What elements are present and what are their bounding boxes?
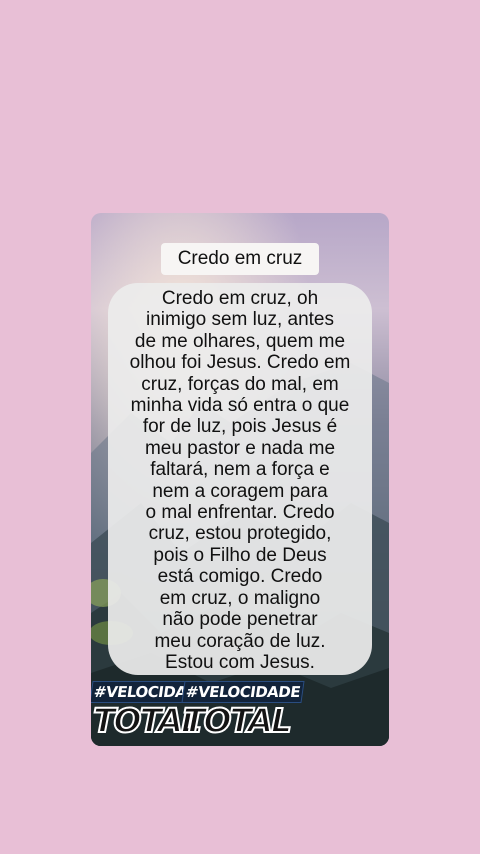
watermark-word-right: TOTAL: [182, 701, 293, 740]
prayer-text-box: Credo em cruz, oh inimigo sem luz, antes…: [108, 283, 372, 675]
prayer-text: Credo em cruz, oh inimigo sem luz, antes…: [129, 288, 351, 673]
velocidade-total-watermark: #VELOCIDADE #VELOCIDADE TOTAL TOTAL: [91, 675, 389, 746]
watermark-hashtag-right: #VELOCIDADE: [181, 681, 305, 703]
prayer-card: Credo em cruz Credo em cruz, oh inimigo …: [91, 213, 389, 746]
card-title: Credo em cruz: [161, 243, 319, 275]
